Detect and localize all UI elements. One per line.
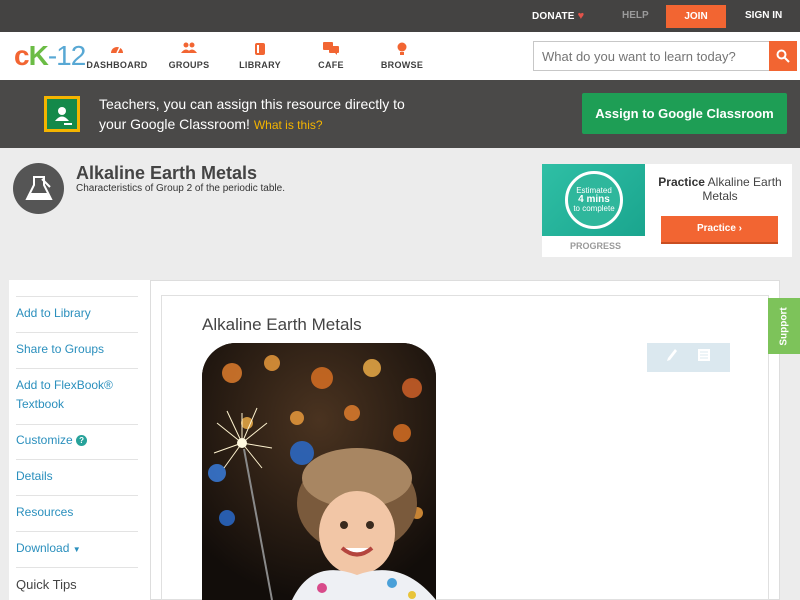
divider: [16, 531, 138, 532]
sidebar-customize[interactable]: Customize ?: [16, 431, 138, 450]
concept-icon: [13, 163, 64, 214]
divider: [16, 495, 138, 496]
sidebar-add-to-flexbook[interactable]: Add to FlexBook® Textbook: [16, 376, 138, 414]
top-utility-bar: DONATE ♥ HELP JOIN SIGN IN: [0, 0, 800, 32]
divider: [16, 296, 138, 297]
sidebar-share-to-groups[interactable]: Share to Groups: [16, 340, 138, 359]
banner-message: Teachers, you can assign this resource d…: [99, 94, 529, 135]
nav-cafe-label: CAFE: [318, 60, 344, 70]
divider: [16, 459, 138, 460]
heart-icon: ♥: [577, 10, 585, 22]
practice-title: Practice Alkaline Earth Metals: [658, 175, 782, 203]
caret-down-icon: ▼: [72, 545, 81, 554]
ck12-logo[interactable]: cK-12: [14, 40, 86, 72]
help-link[interactable]: HELP: [622, 10, 649, 21]
chevron-right-icon: ›: [738, 223, 743, 234]
concept-subtitle: Characteristics of Group 2 of the period…: [76, 183, 285, 194]
google-classroom-icon: [44, 96, 80, 132]
browse-icon: [367, 42, 437, 56]
nav-library[interactable]: LIBRARY: [225, 42, 295, 70]
sidebar-download[interactable]: Download ▼: [16, 539, 138, 559]
chemistry-flask-icon: [24, 175, 53, 200]
quick-tips-heading[interactable]: Quick Tips: [16, 577, 77, 592]
nav-groups[interactable]: GROUPS: [154, 42, 224, 70]
dashboard-icon: [82, 42, 152, 56]
assign-google-classroom-button[interactable]: Assign to Google Classroom: [582, 93, 787, 134]
practice-card: Estimated 4 mins to complete PROGRESS Pr…: [542, 164, 792, 257]
nav-dashboard-label: DASHBOARD: [86, 60, 148, 70]
nav-dashboard[interactable]: DASHBOARD: [82, 42, 152, 70]
divider: [16, 368, 138, 369]
pencil-icon[interactable]: [666, 348, 678, 367]
donate-label: DONATE: [532, 11, 575, 22]
search-icon: [776, 49, 790, 63]
practice-button[interactable]: Practice ›: [661, 216, 778, 244]
progress-graphic: Estimated 4 mins to complete: [542, 164, 645, 236]
sidebar-details[interactable]: Details: [16, 467, 138, 486]
join-button[interactable]: JOIN: [666, 5, 726, 28]
divider: [16, 332, 138, 333]
hero-image: [202, 343, 436, 600]
content-title: Alkaline Earth Metals: [202, 315, 362, 334]
search-input[interactable]: [533, 41, 770, 71]
nav-library-label: LIBRARY: [239, 60, 281, 70]
estimate-badge: Estimated 4 mins to complete: [565, 171, 623, 229]
divider: [16, 567, 138, 568]
search-button[interactable]: [769, 41, 797, 71]
notes-icon[interactable]: [697, 348, 711, 367]
nav-browse-label: BROWSE: [380, 60, 424, 70]
concept-title: Alkaline Earth Metals: [76, 163, 258, 183]
cafe-icon: [296, 42, 366, 56]
help-icon[interactable]: ?: [76, 435, 88, 446]
library-icon: [225, 42, 295, 56]
sidebar-add-to-library[interactable]: Add to Library: [16, 304, 138, 323]
groups-icon: [154, 42, 224, 56]
support-tab[interactable]: Support: [768, 298, 800, 354]
nav-browse[interactable]: BROWSE: [367, 42, 437, 70]
what-is-this-link[interactable]: What is this?: [254, 118, 323, 132]
progress-label: PROGRESS: [570, 241, 622, 251]
banner-line-2: your Google Classroom!: [99, 116, 250, 132]
sign-in-link[interactable]: SIGN IN: [745, 10, 782, 21]
content-toolbar: [647, 343, 730, 372]
banner-line-1: Teachers, you can assign this resource d…: [99, 96, 405, 112]
nav-cafe[interactable]: CAFE: [296, 42, 366, 70]
nav-groups-label: GROUPS: [168, 60, 210, 70]
donate-link[interactable]: DONATE ♥: [532, 10, 584, 22]
divider: [16, 424, 138, 425]
sidebar-resources[interactable]: Resources: [16, 503, 138, 522]
